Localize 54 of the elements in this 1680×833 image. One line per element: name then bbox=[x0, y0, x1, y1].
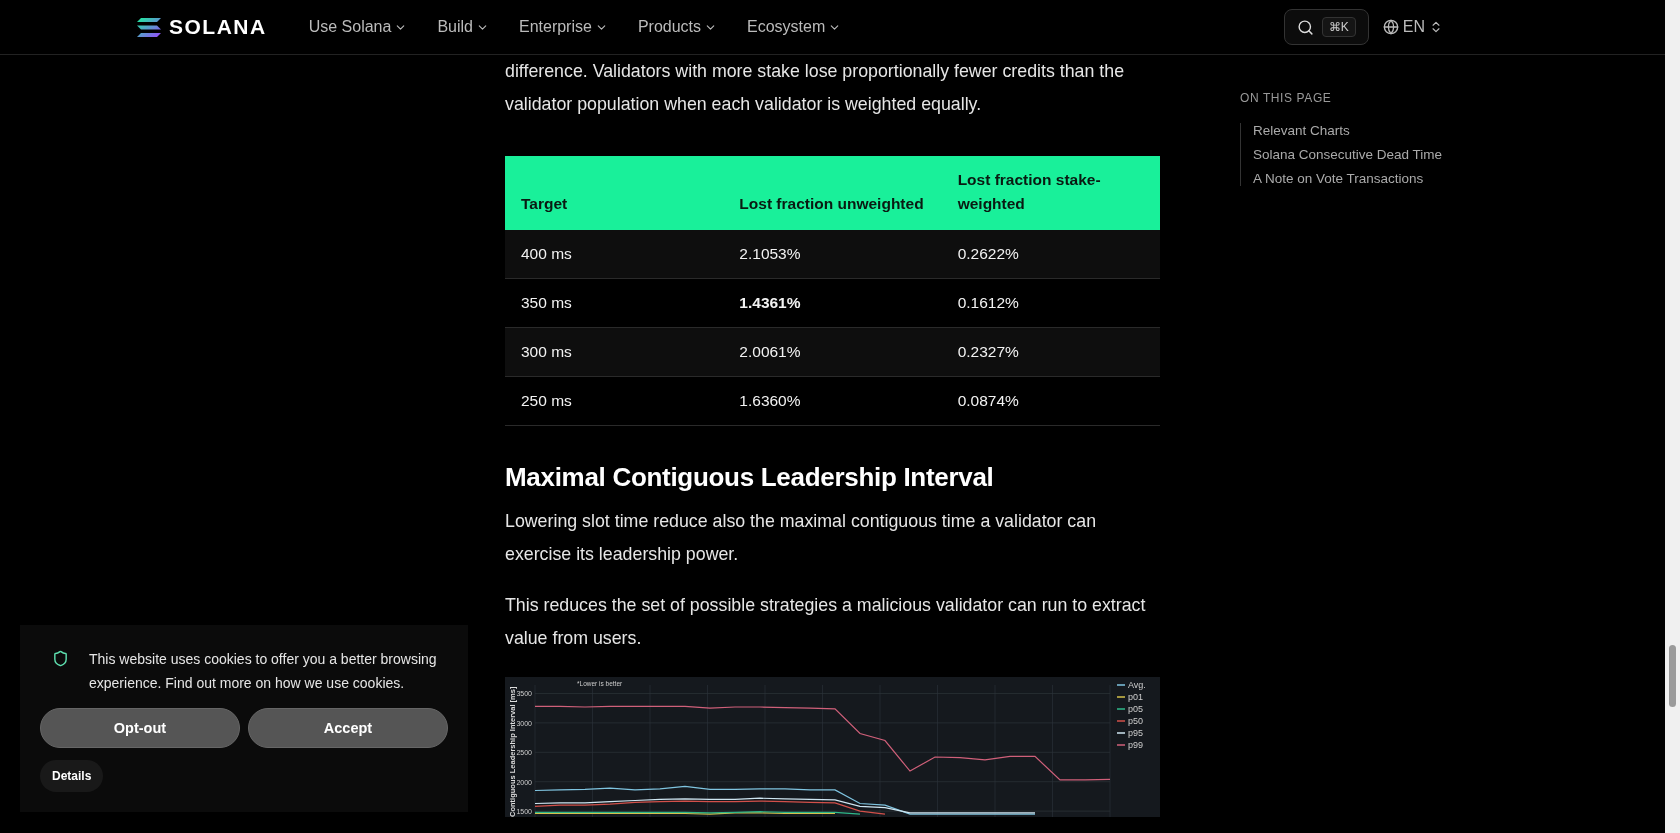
cookie-message: This website uses cookies to offer you a better browsing experience. Find out more on how we use cookies. bbox=[89, 650, 438, 693]
logo-text[interactable]: SOLANA bbox=[169, 15, 267, 39]
paragraph: This reduces the set of possible strategies a malicious validator can run to extract value from users. bbox=[505, 594, 1147, 650]
cookie-button[interactable]: Accept bbox=[248, 708, 448, 748]
language-selector[interactable]: EN bbox=[1382, 18, 1443, 36]
scrollbar[interactable] bbox=[1665, 0, 1680, 833]
table-cell: 2.1053% bbox=[723, 230, 942, 279]
toc-link[interactable]: A Note on Vote Transactions bbox=[1253, 171, 1665, 186]
search-icon bbox=[1296, 18, 1314, 36]
logo-icon bbox=[137, 17, 161, 37]
toc-link[interactable]: Solana Consecutive Dead Time bbox=[1253, 147, 1665, 162]
toc-title: ON THIS PAGE bbox=[1240, 91, 1333, 105]
nav-menu-item[interactable]: Use Solana bbox=[308, 18, 408, 36]
cookie-button[interactable]: Opt-out bbox=[40, 708, 240, 748]
keyboard-shortcut: ⌘K bbox=[1321, 17, 1356, 37]
legend-label: p50 bbox=[1128, 716, 1144, 726]
table-cell: 300 ms bbox=[505, 327, 724, 377]
legend-label: Avg. bbox=[1128, 680, 1146, 690]
table-cell: 400 ms bbox=[505, 230, 724, 279]
toc-link[interactable]: Relevant Charts bbox=[1253, 123, 1665, 138]
legend-item: p05 bbox=[1116, 704, 1144, 714]
table-cell: 0.1612% bbox=[941, 278, 1160, 328]
table-cell: 2.0061% bbox=[723, 327, 942, 377]
table-cell: 250 ms bbox=[505, 376, 724, 426]
legend-label: p05 bbox=[1128, 704, 1144, 714]
table-cell: 0.0874% bbox=[941, 376, 1160, 426]
paragraph: Lowering slot time reduce also the maximal contiguous time a validator can exercise its leadership power. bbox=[505, 510, 1098, 566]
table-cell: 350 ms bbox=[505, 278, 724, 328]
nav-menu-item[interactable]: Build bbox=[437, 18, 489, 36]
details-button[interactable]: Details bbox=[40, 760, 104, 792]
table-cell: 1.4361% bbox=[723, 278, 942, 328]
legend-item: p50 bbox=[1116, 716, 1144, 726]
legend-item: Avg. bbox=[1116, 680, 1146, 690]
section-heading: Maximal Contiguous Leadership Interval bbox=[505, 462, 995, 493]
paragraph: difference. Validators with more stake lose proportionally fewer credits than the validator population when each validator is weighted equally. bbox=[505, 60, 1126, 116]
legend-label: p95 bbox=[1128, 728, 1144, 738]
language-label: EN bbox=[1402, 18, 1425, 36]
column-header: Lost fraction stake-weighted bbox=[941, 156, 1160, 230]
legend-item: p01 bbox=[1116, 692, 1144, 702]
column-header: Target bbox=[505, 156, 724, 230]
legend-label: p99 bbox=[1128, 740, 1144, 750]
legend-label: p01 bbox=[1128, 692, 1144, 702]
legend-item: p95 bbox=[1116, 728, 1144, 738]
table-cell: 0.2327% bbox=[941, 327, 1160, 377]
globe-icon bbox=[1382, 19, 1399, 35]
column-header: Lost fraction unweighted bbox=[723, 156, 942, 230]
search-button[interactable]: ⌘K bbox=[1283, 9, 1369, 45]
nav-menu-item[interactable]: Products bbox=[637, 18, 718, 36]
legend-item: p99 bbox=[1116, 740, 1144, 750]
shield-icon bbox=[52, 650, 69, 667]
table-cell: 0.2622% bbox=[941, 230, 1160, 279]
table-cell: 1.6360% bbox=[723, 376, 942, 426]
nav-menu-item[interactable]: Ecosystem bbox=[747, 18, 842, 36]
nav-menu-item[interactable]: Enterprise bbox=[518, 18, 608, 36]
